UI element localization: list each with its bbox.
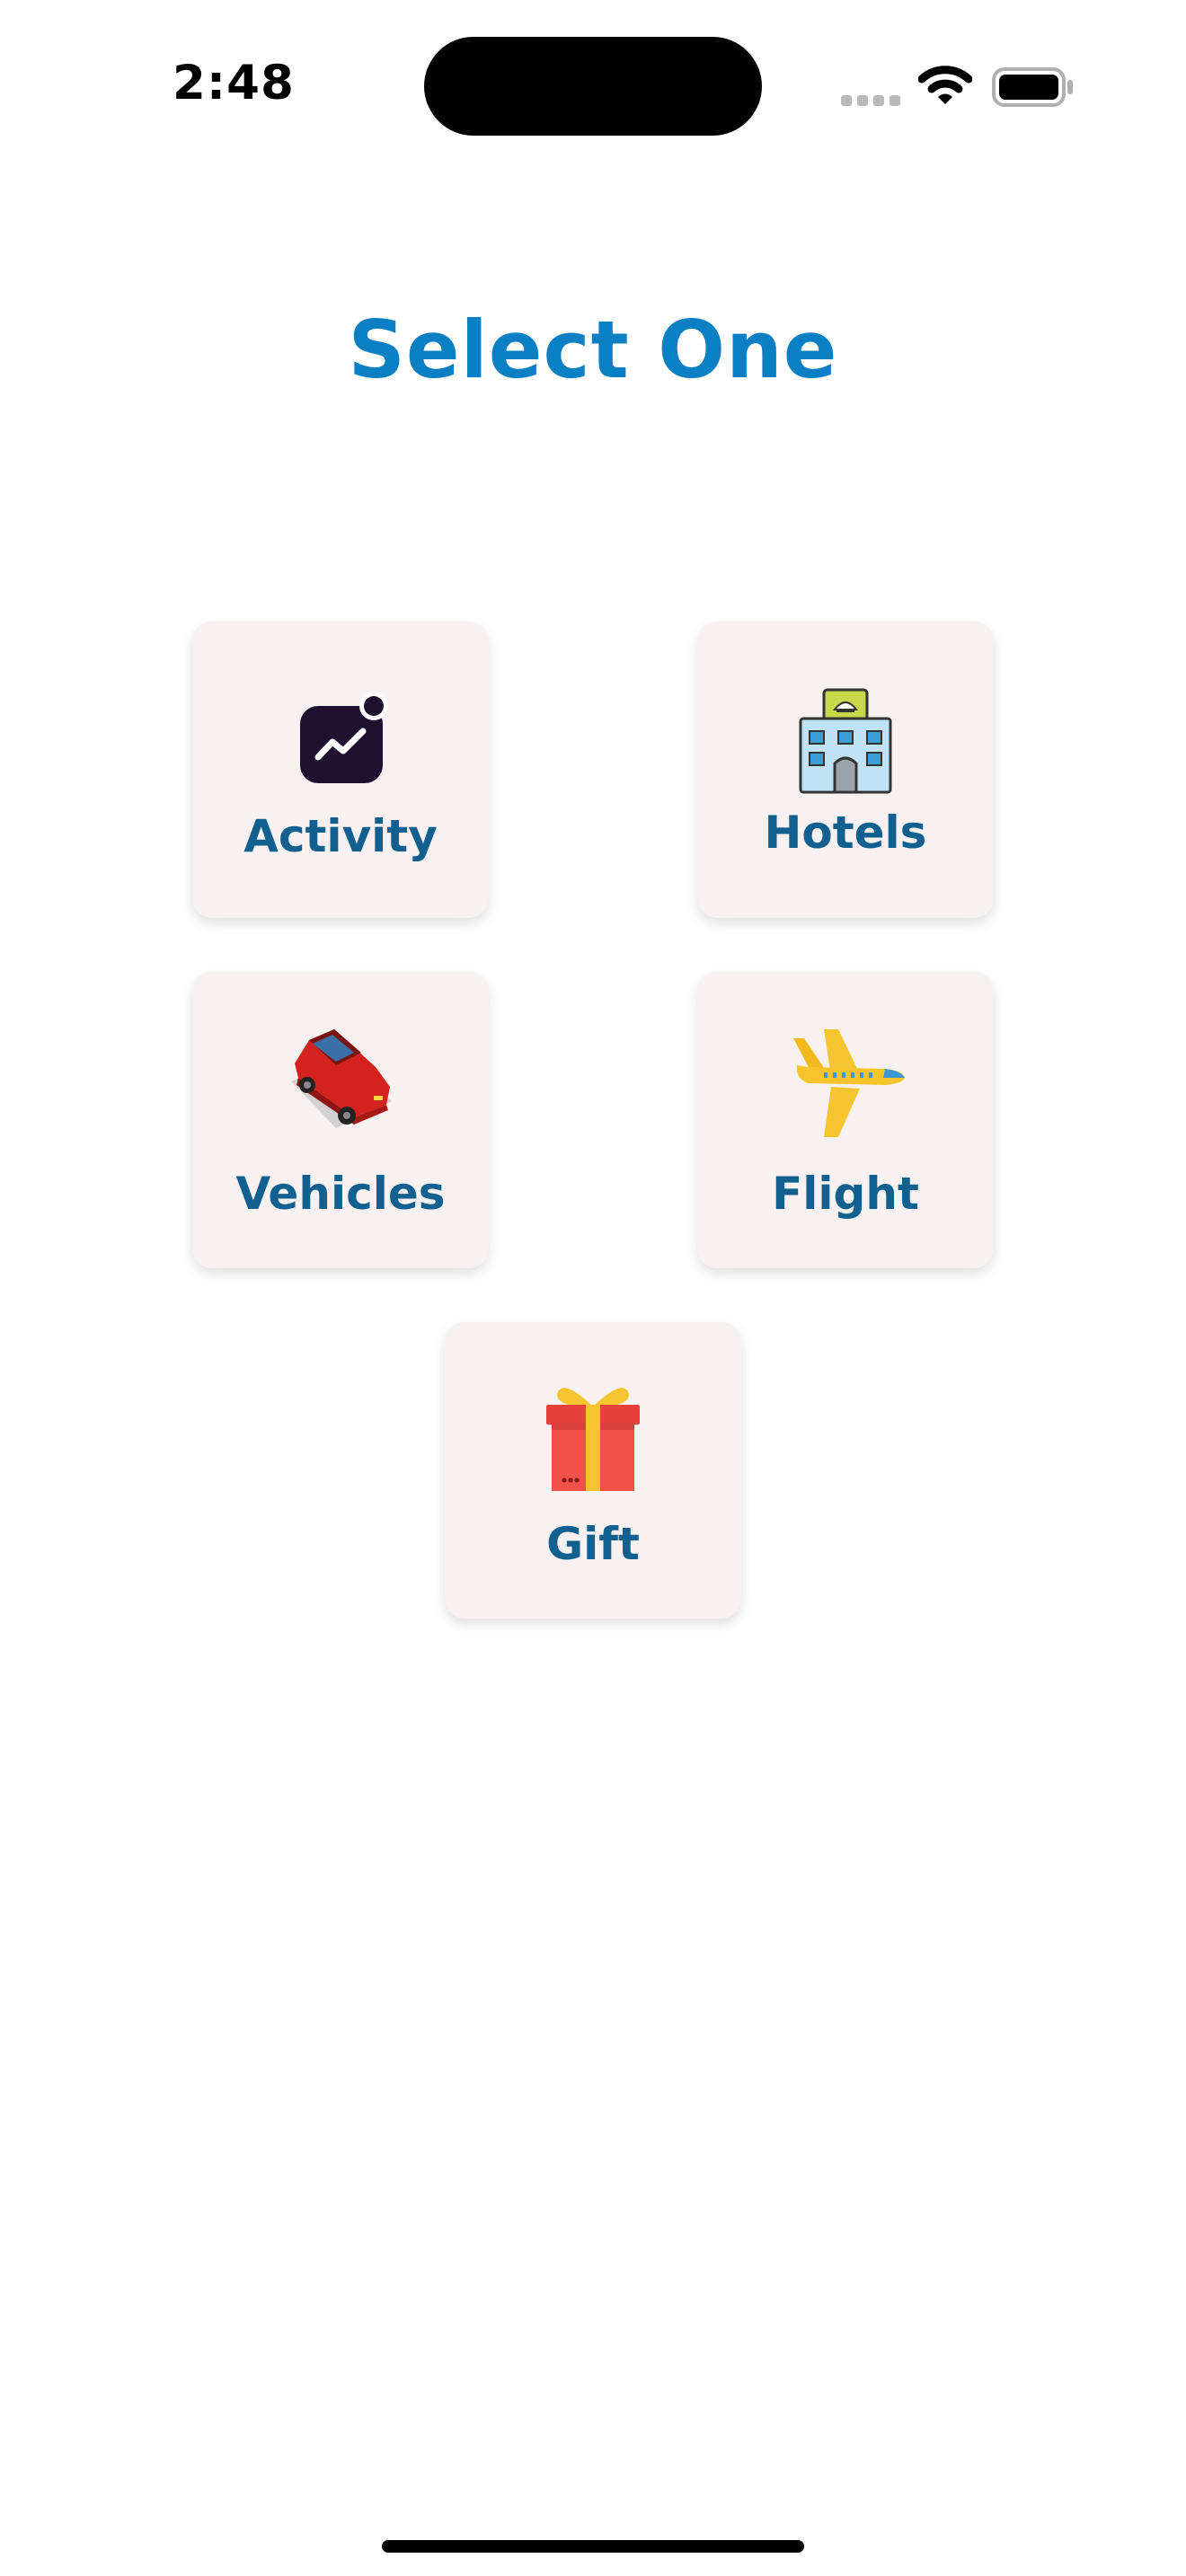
option-label-activity: Activity	[243, 810, 438, 862]
option-label-flight: Flight	[772, 1168, 919, 1220]
option-label-hotels: Hotels	[764, 807, 927, 859]
home-indicator[interactable]	[382, 2540, 804, 2553]
gift-box-icon	[445, 1378, 741, 1495]
hotels-option-card[interactable]: Hotels	[697, 622, 994, 918]
gift-option-card[interactable]: Gift	[445, 1322, 741, 1619]
status-time: 2:48	[173, 56, 295, 110]
activity-option-card[interactable]: Activity	[192, 622, 489, 918]
wifi-icon	[918, 66, 972, 104]
flight-option-card[interactable]: Flight	[697, 972, 994, 1268]
hotel-building-icon	[697, 683, 994, 798]
option-label-gift: Gift	[546, 1518, 640, 1570]
dynamic-island	[424, 37, 762, 136]
airplane-icon	[697, 1026, 994, 1142]
battery-icon	[992, 67, 1073, 107]
option-label-vehicles: Vehicles	[235, 1168, 446, 1220]
red-car-icon	[192, 1019, 489, 1135]
activity-chart-icon	[192, 690, 489, 789]
page-title: Select One	[348, 304, 838, 396]
vehicles-option-card[interactable]: Vehicles	[192, 972, 489, 1268]
